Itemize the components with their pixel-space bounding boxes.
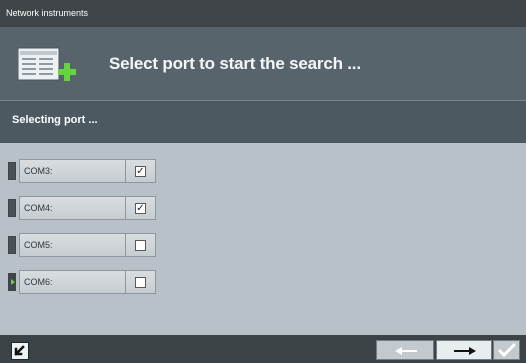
port-status-indicator [8, 236, 16, 254]
section-header: Selecting port ... [0, 100, 526, 144]
right-arrow-icon [454, 347, 476, 355]
port-status-indicator [8, 162, 16, 180]
port-checkbox-com6[interactable] [135, 277, 146, 288]
network-plus-icon [18, 47, 76, 81]
port-checkbox-com4[interactable]: ✓ [135, 203, 146, 214]
back-button[interactable] [376, 340, 434, 360]
port-label: COM6: [24, 277, 53, 287]
window-titlebar: Network instruments [0, 0, 526, 27]
section-title: Selecting port ... [12, 114, 98, 126]
port-status-indicator [8, 199, 16, 217]
port-label: COM4: [24, 203, 53, 213]
port-row-com5: COM5: [8, 233, 158, 257]
next-button[interactable] [436, 340, 492, 360]
up-left-arrow-icon [14, 345, 25, 356]
check-icon [497, 342, 517, 358]
port-list: COM3: ✓ COM4: ✓ COM5: COM6: [0, 143, 526, 335]
port-check-container[interactable]: ✓ [126, 196, 156, 220]
port-row-com3: COM3: ✓ [8, 159, 158, 183]
port-button-com4[interactable]: COM4: [19, 196, 126, 220]
header-banner: Select port to start the search ... [0, 27, 526, 101]
port-label: COM3: [24, 166, 53, 176]
port-checkbox-com5[interactable] [135, 240, 146, 251]
up-left-button[interactable] [11, 342, 29, 360]
network-instruments-window: Network instruments Select port to start… [0, 0, 526, 363]
port-button-com5[interactable]: COM5: [19, 233, 126, 257]
finish-button[interactable] [493, 340, 520, 360]
page-title: Select port to start the search ... [109, 54, 361, 73]
window-title: Network instruments [6, 8, 89, 18]
port-check-container[interactable] [126, 233, 156, 257]
port-button-com3[interactable]: COM3: [19, 159, 126, 183]
port-status-indicator-active [8, 273, 16, 291]
footer-toolbar [0, 335, 526, 363]
port-row-com6: COM6: [8, 270, 158, 294]
port-row-com4: COM4: ✓ [8, 196, 158, 220]
port-label: COM5: [24, 240, 53, 250]
port-checkbox-com3[interactable]: ✓ [135, 166, 146, 177]
port-check-container[interactable]: ✓ [126, 159, 156, 183]
port-button-com6[interactable]: COM6: [19, 270, 126, 294]
left-arrow-icon [395, 347, 417, 355]
port-check-container[interactable] [126, 270, 156, 294]
